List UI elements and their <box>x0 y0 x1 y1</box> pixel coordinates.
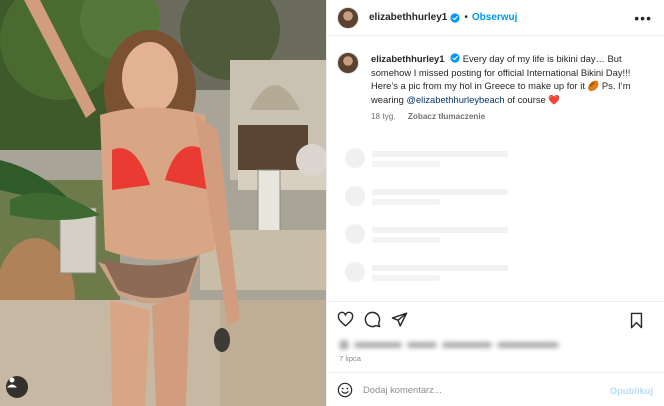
post-header: elizabethhurley1 • Obserwuj ••• <box>327 0 664 36</box>
heart-icon[interactable] <box>337 311 354 328</box>
share-icon[interactable] <box>391 311 408 328</box>
caption-emoji-2: ❤️ <box>548 93 561 105</box>
caption-username[interactable]: elizabethhurley1 <box>371 53 444 64</box>
likes-summary-blurred <box>339 340 569 350</box>
post-date[interactable]: 7 lipca <box>339 354 361 363</box>
comment-bar: Opublikuj <box>327 372 664 406</box>
caption-body: elizabethhurley1 Every day of my life is… <box>371 52 652 124</box>
skeleton-avatar <box>345 224 365 244</box>
caption-verified-badge-icon <box>450 53 460 63</box>
skeleton-line <box>372 227 508 233</box>
skeleton-avatar <box>345 148 365 168</box>
skeleton-line <box>372 189 508 195</box>
skeleton-line <box>372 199 440 205</box>
caption-emoji-1: 🏉 <box>587 80 600 91</box>
post-photo[interactable] <box>0 0 326 406</box>
post-actions-bar <box>327 301 664 337</box>
caption-avatar[interactable] <box>337 52 359 74</box>
post-image <box>0 0 326 406</box>
bookmark-icon[interactable] <box>628 312 645 329</box>
user-tag-icon <box>7 377 17 388</box>
caption-mention-link[interactable]: @elizabethhurleybeach <box>406 94 504 105</box>
post-side-panel: elizabethhurley1 • Obserwuj ••• elizabet… <box>326 0 664 406</box>
skeleton-line <box>372 237 440 243</box>
caption-text-part3: of course <box>507 93 546 105</box>
verified-badge-icon <box>450 12 460 23</box>
caption-meta: 18 tyg. Zobacz tłumaczenie <box>371 110 652 124</box>
comment-icon[interactable] <box>364 311 381 328</box>
follow-button[interactable]: Obserwuj <box>472 12 518 23</box>
header-separator: • <box>464 12 468 23</box>
comment-input[interactable] <box>363 384 603 395</box>
header-username[interactable]: elizabethhurley1 <box>369 12 447 23</box>
caption-time-ago: 18 tyg. <box>371 112 396 121</box>
skeleton-line <box>372 151 508 157</box>
skeleton-avatar <box>345 186 365 206</box>
skeleton-line <box>372 275 440 281</box>
avatar[interactable] <box>337 6 359 29</box>
user-tag-button[interactable] <box>6 376 28 398</box>
skeleton-line <box>372 161 440 167</box>
emoji-icon[interactable] <box>337 382 353 398</box>
post-caption: elizabethhurley1 Every day of my life is… <box>327 36 664 124</box>
more-horizontal-icon[interactable]: ••• <box>634 10 652 26</box>
skeleton-line <box>372 265 508 271</box>
skeleton-avatar <box>345 262 365 282</box>
see-translation-link[interactable]: Zobacz tłumaczenie <box>408 112 485 121</box>
publish-button[interactable]: Opublikuj <box>610 385 653 396</box>
